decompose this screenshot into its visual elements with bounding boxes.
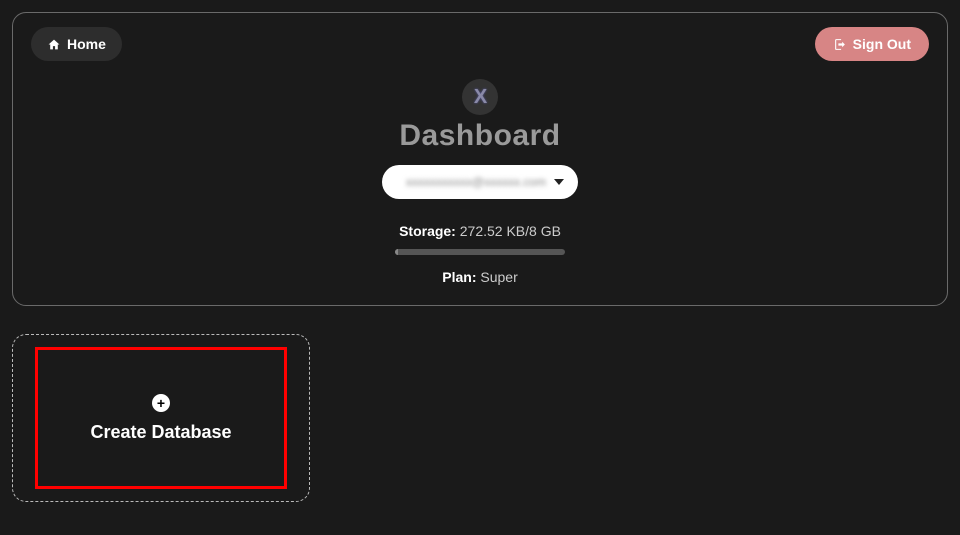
plan-info: Plan: Super [442,269,517,285]
home-icon [47,38,61,51]
create-database-card[interactable]: + Create Database [12,334,310,502]
plus-circle-icon: + [152,394,170,412]
storage-info: Storage: 272.52 KB/8 GB [399,223,561,239]
chevron-down-icon [554,179,564,185]
sign-out-button[interactable]: Sign Out [815,27,929,61]
page-title: Dashboard [399,119,560,153]
account-email: xxxxxxxxxxx@xxxxxx.com [404,175,548,189]
home-button[interactable]: Home [31,27,122,61]
plan-value: Super [480,269,517,285]
dashboard-header-card: Home Sign Out X Dashboard xxxxxxxxxxx@xx… [12,12,948,306]
plan-label: Plan: [442,269,476,285]
sign-out-icon [833,38,847,51]
app-logo: X [462,79,498,115]
create-card-content: + Create Database [90,394,231,443]
home-button-label: Home [67,36,106,52]
sign-out-button-label: Sign Out [853,36,911,52]
storage-progress-fill [395,249,398,255]
dashboard-center: X Dashboard xxxxxxxxxxx@xxxxxx.com Stora… [31,79,929,285]
create-database-label: Create Database [90,422,231,443]
storage-value: 272.52 KB/8 GB [460,223,561,239]
logo-letter: X [474,86,486,109]
account-selector[interactable]: xxxxxxxxxxx@xxxxxx.com [382,165,578,199]
top-nav-row: Home Sign Out [31,27,929,61]
storage-label: Storage: [399,223,456,239]
storage-progress [395,249,565,255]
